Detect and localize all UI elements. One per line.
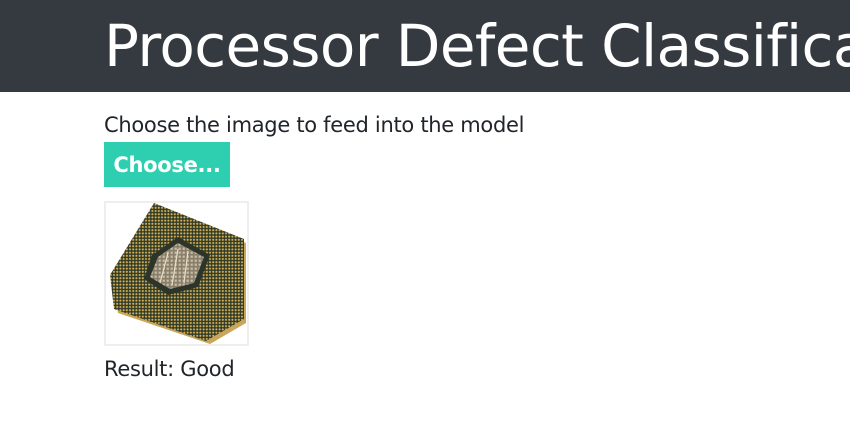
choose-file-button[interactable]: Choose... xyxy=(104,142,230,187)
upload-prompt: Choose the image to feed into the model xyxy=(104,113,525,137)
processor-chip-image xyxy=(110,203,246,344)
selected-image-preview xyxy=(104,201,249,346)
header-bar: Processor Defect Classification xyxy=(0,0,850,92)
result-value: Good xyxy=(180,357,235,381)
result-line: Result: Good xyxy=(104,355,235,383)
right-edge xyxy=(850,0,858,435)
result-label: Result: xyxy=(104,357,174,381)
page-title: Processor Defect Classification xyxy=(104,12,850,80)
